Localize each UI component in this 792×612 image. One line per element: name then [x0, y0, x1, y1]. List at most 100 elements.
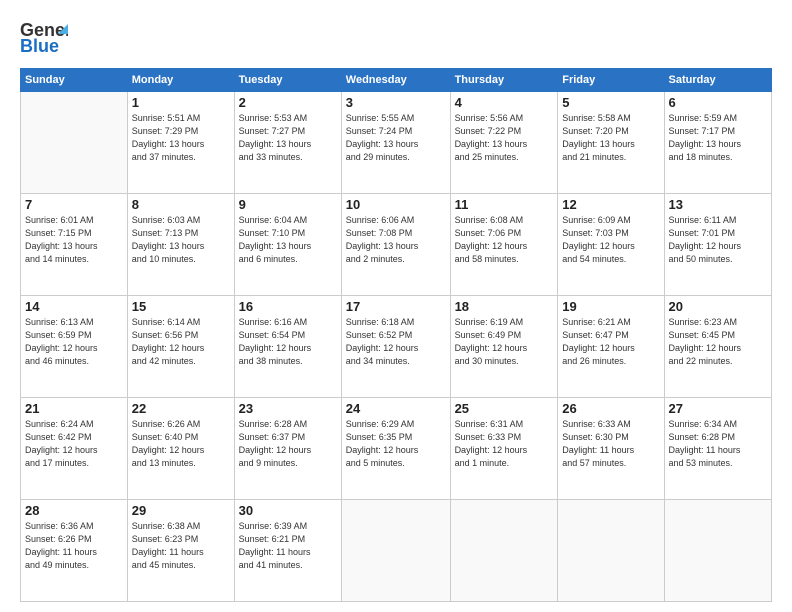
day-number: 8	[132, 197, 230, 212]
day-number: 18	[455, 299, 554, 314]
calendar-cell: 12Sunrise: 6:09 AM Sunset: 7:03 PM Dayli…	[558, 194, 664, 296]
day-info: Sunrise: 6:29 AM Sunset: 6:35 PM Dayligh…	[346, 418, 446, 470]
calendar-cell: 19 Sunrise: 6:21 AM Sunset: 6:47 PM Dayli…	[558, 296, 664, 398]
day-info: Sunrise: 6:13 AM Sunset: 6:59 PM Dayligh…	[25, 316, 123, 368]
calendar-cell: 27 Sunrise: 6:34 AM Sunset: 6:28 PM Dayli…	[664, 398, 771, 500]
day-info: Sunrise: 5:59 AM Sunset: 7:17 PM Dayligh…	[669, 112, 767, 164]
weekday-header-row: SundayMondayTuesdayWednesdayThursdayFrid…	[21, 69, 772, 92]
calendar-week-2: 14 Sunrise: 6:13 AM Sunset: 6:59 PM Dayli…	[21, 296, 772, 398]
calendar-cell: 24 Sunrise: 6:29 AM Sunset: 6:35 PM Dayli…	[341, 398, 450, 500]
day-number: 26	[562, 401, 659, 416]
calendar-week-4: 28Sunrise: 6:36 AM Sunset: 6:26 PM Dayli…	[21, 500, 772, 602]
calendar-cell: 14 Sunrise: 6:13 AM Sunset: 6:59 PM Dayli…	[21, 296, 128, 398]
day-number: 10	[346, 197, 446, 212]
page: General Blue SundayMondayTuesdayWednesda…	[0, 0, 792, 612]
calendar-cell: 22 Sunrise: 6:26 AM Sunset: 6:40 PM Dayli…	[127, 398, 234, 500]
day-number: 14	[25, 299, 123, 314]
calendar-cell: 5Sunrise: 5:58 AM Sunset: 7:20 PM Daylig…	[558, 92, 664, 194]
svg-text:Blue: Blue	[20, 36, 59, 56]
day-info: Sunrise: 6:01 AM Sunset: 7:15 PM Dayligh…	[25, 214, 123, 266]
day-info: Sunrise: 6:21 AM Sunset: 6:47 PM Dayligh…	[562, 316, 659, 368]
calendar-cell: 4 Sunrise: 5:56 AM Sunset: 7:22 PM Daylig…	[450, 92, 558, 194]
day-info: Sunrise: 5:53 AM Sunset: 7:27 PM Dayligh…	[239, 112, 337, 164]
day-info: Sunrise: 6:31 AM Sunset: 6:33 PM Dayligh…	[455, 418, 554, 470]
day-info: Sunrise: 6:28 AM Sunset: 6:37 PM Dayligh…	[239, 418, 337, 470]
calendar-week-0: 1 Sunrise: 5:51 AM Sunset: 7:29 PM Daylig…	[21, 92, 772, 194]
weekday-header-thursday: Thursday	[450, 69, 558, 92]
calendar-cell	[558, 500, 664, 602]
calendar-cell: 3 Sunrise: 5:55 AM Sunset: 7:24 PM Daylig…	[341, 92, 450, 194]
calendar-cell: 18 Sunrise: 6:19 AM Sunset: 6:49 PM Dayli…	[450, 296, 558, 398]
day-number: 4	[455, 95, 554, 110]
calendar-cell: 13 Sunrise: 6:11 AM Sunset: 7:01 PM Dayli…	[664, 194, 771, 296]
logo-icon: General Blue	[20, 16, 68, 60]
logo: General Blue	[20, 16, 68, 60]
day-info: Sunrise: 5:51 AM Sunset: 7:29 PM Dayligh…	[132, 112, 230, 164]
header: General Blue	[20, 16, 772, 60]
weekday-header-wednesday: Wednesday	[341, 69, 450, 92]
day-number: 24	[346, 401, 446, 416]
day-number: 16	[239, 299, 337, 314]
day-number: 7	[25, 197, 123, 212]
day-number: 1	[132, 95, 230, 110]
day-number: 30	[239, 503, 337, 518]
day-number: 13	[669, 197, 767, 212]
day-info: Sunrise: 5:55 AM Sunset: 7:24 PM Dayligh…	[346, 112, 446, 164]
weekday-header-friday: Friday	[558, 69, 664, 92]
day-number: 27	[669, 401, 767, 416]
calendar-table: SundayMondayTuesdayWednesdayThursdayFrid…	[20, 68, 772, 602]
calendar-cell: 30Sunrise: 6:39 AM Sunset: 6:21 PM Dayli…	[234, 500, 341, 602]
day-info: Sunrise: 6:08 AM Sunset: 7:06 PM Dayligh…	[455, 214, 554, 266]
day-info: Sunrise: 6:24 AM Sunset: 6:42 PM Dayligh…	[25, 418, 123, 470]
day-info: Sunrise: 6:06 AM Sunset: 7:08 PM Dayligh…	[346, 214, 446, 266]
day-info: Sunrise: 6:04 AM Sunset: 7:10 PM Dayligh…	[239, 214, 337, 266]
day-number: 15	[132, 299, 230, 314]
day-number: 22	[132, 401, 230, 416]
day-info: Sunrise: 6:23 AM Sunset: 6:45 PM Dayligh…	[669, 316, 767, 368]
day-number: 2	[239, 95, 337, 110]
calendar-cell: 28Sunrise: 6:36 AM Sunset: 6:26 PM Dayli…	[21, 500, 128, 602]
calendar-cell: 26Sunrise: 6:33 AM Sunset: 6:30 PM Dayli…	[558, 398, 664, 500]
day-info: Sunrise: 6:19 AM Sunset: 6:49 PM Dayligh…	[455, 316, 554, 368]
day-number: 5	[562, 95, 659, 110]
day-number: 3	[346, 95, 446, 110]
calendar-week-3: 21 Sunrise: 6:24 AM Sunset: 6:42 PM Dayli…	[21, 398, 772, 500]
calendar-cell: 29Sunrise: 6:38 AM Sunset: 6:23 PM Dayli…	[127, 500, 234, 602]
calendar-cell: 17 Sunrise: 6:18 AM Sunset: 6:52 PM Dayli…	[341, 296, 450, 398]
day-number: 28	[25, 503, 123, 518]
day-info: Sunrise: 6:14 AM Sunset: 6:56 PM Dayligh…	[132, 316, 230, 368]
day-number: 9	[239, 197, 337, 212]
calendar-cell: 20 Sunrise: 6:23 AM Sunset: 6:45 PM Dayli…	[664, 296, 771, 398]
day-number: 19	[562, 299, 659, 314]
calendar-cell	[664, 500, 771, 602]
calendar-cell: 25Sunrise: 6:31 AM Sunset: 6:33 PM Dayli…	[450, 398, 558, 500]
day-number: 21	[25, 401, 123, 416]
calendar-cell: 8Sunrise: 6:03 AM Sunset: 7:13 PM Daylig…	[127, 194, 234, 296]
calendar-cell: 10 Sunrise: 6:06 AM Sunset: 7:08 PM Dayli…	[341, 194, 450, 296]
day-info: Sunrise: 6:26 AM Sunset: 6:40 PM Dayligh…	[132, 418, 230, 470]
day-info: Sunrise: 6:11 AM Sunset: 7:01 PM Dayligh…	[669, 214, 767, 266]
calendar-cell: 1 Sunrise: 5:51 AM Sunset: 7:29 PM Daylig…	[127, 92, 234, 194]
day-info: Sunrise: 6:18 AM Sunset: 6:52 PM Dayligh…	[346, 316, 446, 368]
day-number: 20	[669, 299, 767, 314]
day-number: 6	[669, 95, 767, 110]
calendar-body: 1 Sunrise: 5:51 AM Sunset: 7:29 PM Daylig…	[21, 92, 772, 602]
calendar-cell: 9 Sunrise: 6:04 AM Sunset: 7:10 PM Daylig…	[234, 194, 341, 296]
day-number: 11	[455, 197, 554, 212]
weekday-header-saturday: Saturday	[664, 69, 771, 92]
calendar-cell: 2 Sunrise: 5:53 AM Sunset: 7:27 PM Daylig…	[234, 92, 341, 194]
calendar-cell: 11 Sunrise: 6:08 AM Sunset: 7:06 PM Dayli…	[450, 194, 558, 296]
calendar-cell	[450, 500, 558, 602]
calendar-header: SundayMondayTuesdayWednesdayThursdayFrid…	[21, 69, 772, 92]
weekday-header-monday: Monday	[127, 69, 234, 92]
calendar-cell: 7 Sunrise: 6:01 AM Sunset: 7:15 PM Daylig…	[21, 194, 128, 296]
day-number: 17	[346, 299, 446, 314]
calendar-week-1: 7 Sunrise: 6:01 AM Sunset: 7:15 PM Daylig…	[21, 194, 772, 296]
calendar-cell: 15 Sunrise: 6:14 AM Sunset: 6:56 PM Dayli…	[127, 296, 234, 398]
day-info: Sunrise: 6:16 AM Sunset: 6:54 PM Dayligh…	[239, 316, 337, 368]
day-info: Sunrise: 6:34 AM Sunset: 6:28 PM Dayligh…	[669, 418, 767, 470]
day-info: Sunrise: 6:38 AM Sunset: 6:23 PM Dayligh…	[132, 520, 230, 572]
day-number: 23	[239, 401, 337, 416]
day-info: Sunrise: 5:56 AM Sunset: 7:22 PM Dayligh…	[455, 112, 554, 164]
calendar-cell: 16 Sunrise: 6:16 AM Sunset: 6:54 PM Dayli…	[234, 296, 341, 398]
